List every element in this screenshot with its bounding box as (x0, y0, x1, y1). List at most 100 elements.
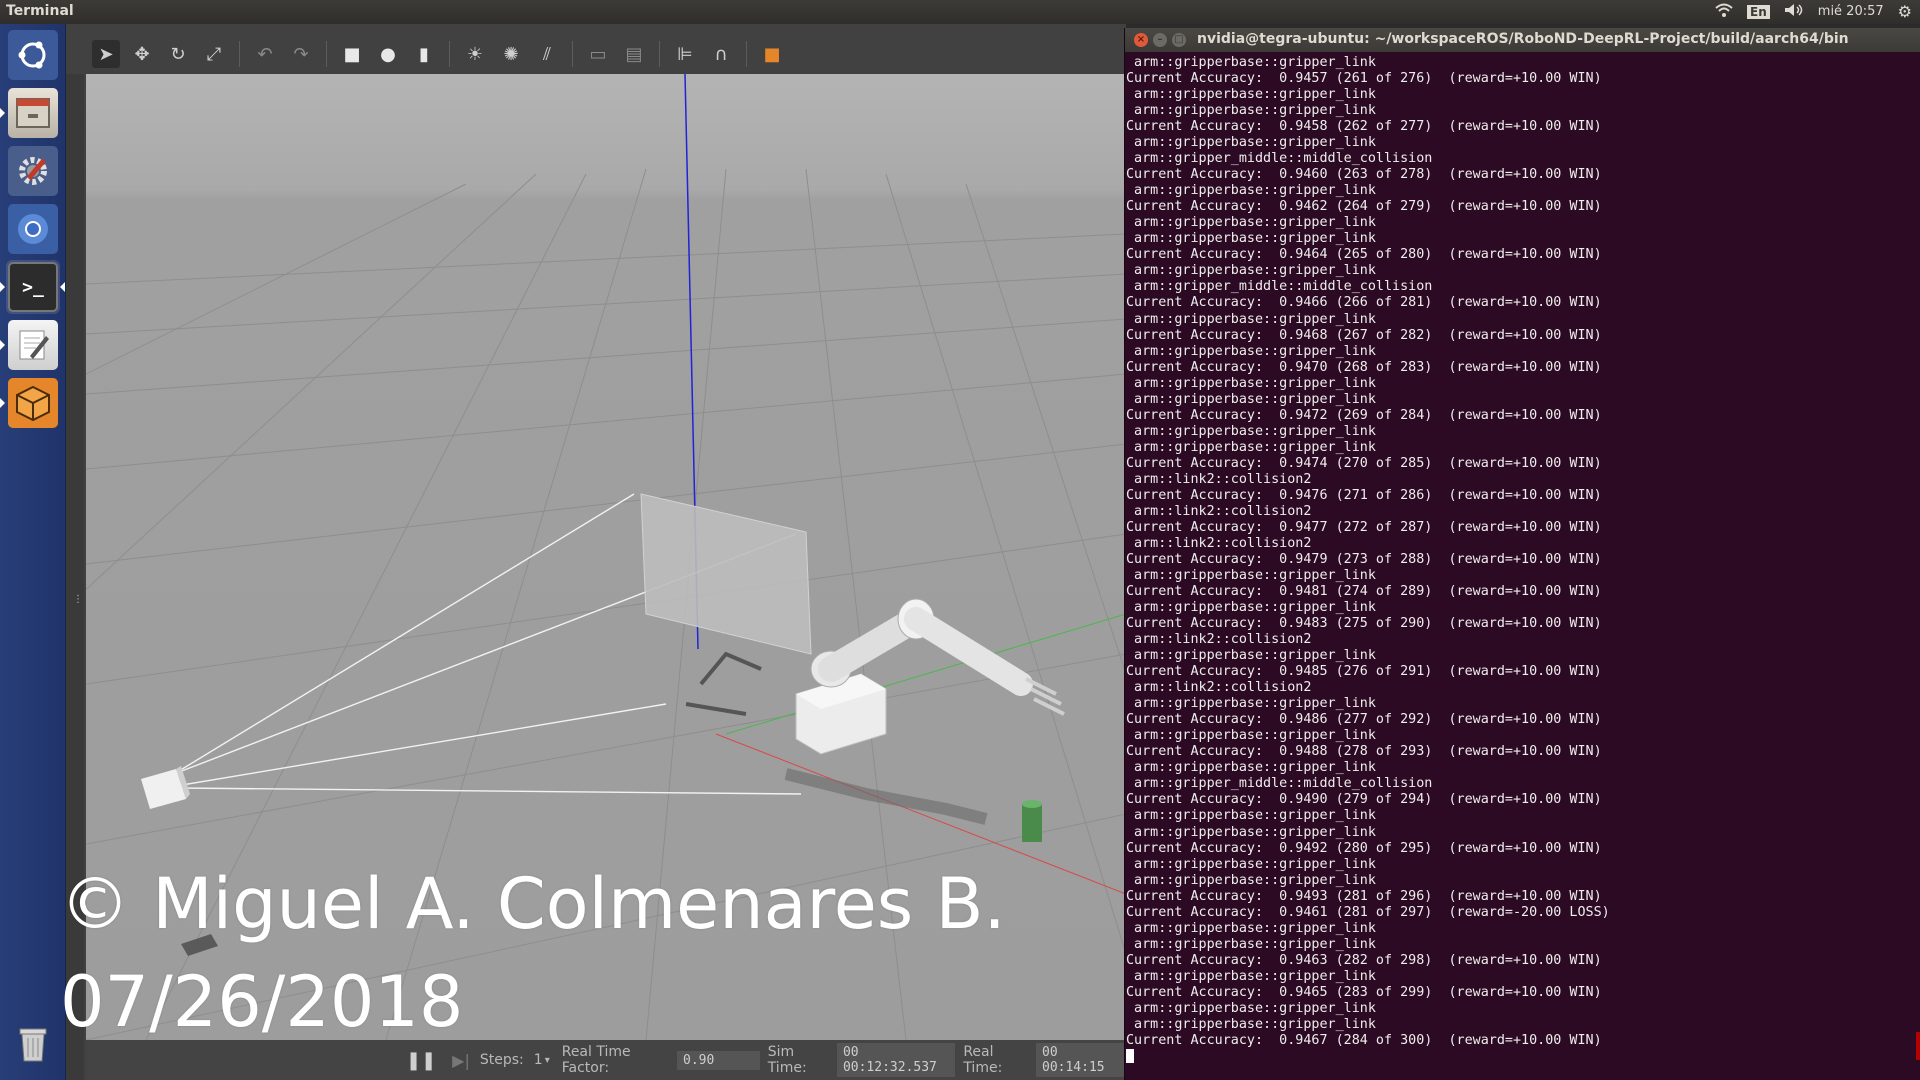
arm-shadow-preview (685, 651, 762, 716)
select-mode-button[interactable]: ➤ (92, 40, 120, 68)
terminal-window[interactable]: × – □ nvidia@tegra-ubuntu: ~/workspaceRO… (1124, 28, 1920, 1080)
paste-icon: ▤ (625, 43, 643, 65)
terminal-line: Current Accuracy: 0.9476 (271 of 286) (r… (1126, 487, 1602, 503)
terminal-line: arm::gripperbase::gripper_link (1126, 231, 1376, 247)
terminal-line: Current Accuracy: 0.9477 (272 of 287) (r… (1126, 519, 1602, 535)
terminal-line: Current Accuracy: 0.9466 (266 of 281) (r… (1126, 295, 1602, 311)
terminal-line: Current Accuracy: 0.9464 (265 of 280) (r… (1126, 247, 1602, 263)
terminal-line: arm::gripperbase::gripper_link (1126, 936, 1376, 952)
trash-icon (8, 1018, 58, 1068)
terminal-output[interactable]: arm::gripperbase::gripper_link Current Ac… (1126, 55, 1916, 1080)
terminal-line: Current Accuracy: 0.9472 (269 of 284) (r… (1126, 407, 1602, 423)
terminal-line: Current Accuracy: 0.9462 (264 of 279) (r… (1126, 199, 1602, 215)
watermark-date: 07/26/2018 (60, 961, 464, 1043)
directional-light-icon: ⫽ (542, 43, 552, 65)
launcher-terminal[interactable]: >_ (6, 260, 60, 314)
pause-icon[interactable]: ❚❚ (406, 1050, 436, 1071)
terminal-line: Current Accuracy: 0.9474 (270 of 285) (r… (1126, 455, 1602, 471)
terminal-line: arm::gripperbase::gripper_link (1126, 343, 1376, 359)
copy-button[interactable]: ▭ (584, 40, 612, 68)
launcher-dash-home[interactable] (6, 28, 60, 82)
terminal-line: Current Accuracy: 0.9479 (273 of 288) (r… (1126, 551, 1602, 567)
maximize-icon[interactable]: □ (1172, 33, 1186, 47)
copyright-watermark: © Miguel A. Colmenares B. 07/26/2018 (60, 855, 1006, 1051)
terminal-line: Current Accuracy: 0.9470 (268 of 283) (r… (1126, 359, 1602, 375)
minimize-icon[interactable]: – (1153, 33, 1167, 47)
box-shape-button[interactable]: ■ (338, 40, 366, 68)
sphere-shape-button[interactable]: ● (374, 40, 402, 68)
terminal-line: arm::gripperbase::gripper_link (1126, 263, 1376, 279)
terminal-line: Current Accuracy: 0.9460 (263 of 278) (r… (1126, 167, 1602, 183)
terminal-title: nvidia@tegra-ubuntu: ~/workspaceROS/Robo… (1197, 31, 1849, 47)
launcher-system-settings[interactable] (6, 144, 60, 198)
snap-button[interactable]: ∩ (707, 40, 735, 68)
align-button[interactable]: ⊫ (671, 40, 699, 68)
gear-icon[interactable]: ⚙ (1898, 2, 1912, 21)
view-angle-button[interactable]: ■ (758, 40, 786, 68)
launcher-trash[interactable] (6, 1016, 60, 1070)
spot-light-button[interactable]: ✺ (497, 40, 525, 68)
terminal-line: arm::gripperbase::gripper_link (1126, 311, 1376, 327)
terminal-line: arm::gripperbase::gripper_link (1126, 103, 1376, 119)
translate-mode-button[interactable]: ✥ (128, 40, 156, 68)
terminal-line: Current Accuracy: 0.9485 (276 of 291) (r… (1126, 664, 1602, 680)
launcher-gazebo[interactable] (6, 376, 60, 430)
terminal-line: arm::link2::collision2 (1126, 632, 1312, 648)
redo-icon: ↷ (293, 43, 309, 65)
terminal-line: arm::gripperbase::gripper_link (1126, 760, 1376, 776)
chevron-down-icon[interactable]: ▾ (545, 1055, 550, 1066)
arrow-cursor-icon: ➤ (98, 43, 114, 65)
terminal-line: arm::gripperbase::gripper_link (1126, 824, 1376, 840)
step-icon[interactable]: ▶| (452, 1051, 470, 1070)
terminal-line: arm::gripperbase::gripper_link (1126, 439, 1376, 455)
move-arrows-icon: ✥ (134, 43, 150, 65)
image-plane (640, 493, 812, 655)
launcher-running-indicator (0, 398, 5, 408)
top-panel: Terminal En mié 20:57 ⚙ (0, 0, 1920, 24)
toolbar-separator (746, 41, 747, 67)
redo-button[interactable]: ↷ (287, 40, 315, 68)
view-cube-icon: ■ (763, 43, 781, 65)
scale-mode-button[interactable]: ⤢ (200, 40, 228, 68)
terminal-line: arm::gripperbase::gripper_link (1126, 728, 1376, 744)
panel-handle-icon[interactable]: ⋮ (73, 594, 83, 605)
terminal-cursor (1126, 1048, 1134, 1063)
terminal-line: Current Accuracy: 0.9493 (281 of 296) (r… (1126, 888, 1602, 904)
terminal-line: Current Accuracy: 0.9490 (279 of 294) (r… (1126, 792, 1602, 808)
terminal-line: arm::gripperbase::gripper_link (1126, 600, 1376, 616)
undo-button[interactable]: ↶ (251, 40, 279, 68)
launcher-files[interactable] (6, 86, 60, 140)
terminal-line: arm::gripperbase::gripper_link (1126, 135, 1376, 151)
terminal-line: arm::gripper_middle::middle_collision (1126, 776, 1433, 792)
clock[interactable]: mié 20:57 (1818, 4, 1884, 19)
launcher-focused-indicator (60, 282, 65, 292)
terminal-line: arm::gripperbase::gripper_link (1126, 808, 1376, 824)
directional-light-button[interactable]: ⫽ (533, 40, 561, 68)
terminal-line: arm::gripperbase::gripper_link (1126, 1016, 1376, 1032)
terminal-line: arm::gripperbase::gripper_link (1126, 968, 1376, 984)
rotate-mode-button[interactable]: ↻ (164, 40, 192, 68)
spot-light-icon: ✺ (503, 43, 519, 65)
volume-icon[interactable] (1784, 3, 1804, 21)
terminal-line: Current Accuracy: 0.9461 (281 of 297) (r… (1126, 904, 1610, 920)
point-light-button[interactable]: ☀ (461, 40, 489, 68)
wifi-icon[interactable] (1715, 3, 1733, 21)
paste-button[interactable]: ▤ (620, 40, 648, 68)
cylinder-shape-button[interactable]: ▮ (410, 40, 438, 68)
close-icon[interactable]: × (1134, 33, 1148, 47)
terminal-titlebar[interactable]: × – □ nvidia@tegra-ubuntu: ~/workspaceRO… (1125, 28, 1920, 52)
toolbar-separator (659, 41, 660, 67)
terminal-line: arm::link2::collision2 (1126, 503, 1312, 519)
terminal-line: arm::link2::collision2 (1126, 535, 1312, 551)
terminal-line: arm::gripperbase::gripper_link (1126, 568, 1376, 583)
ubuntu-logo-icon (8, 30, 58, 80)
terminal-line: Current Accuracy: 0.9488 (278 of 293) (r… (1126, 744, 1602, 760)
launcher-chromium[interactable] (6, 202, 60, 256)
terminal-line: arm::gripperbase::gripper_link (1126, 183, 1376, 199)
terminal-line: arm::gripperbase::gripper_link (1126, 696, 1376, 712)
keyboard-layout-indicator[interactable]: En (1747, 4, 1770, 19)
gear-wrench-icon (8, 146, 58, 196)
launcher: >_ (0, 24, 66, 1080)
launcher-text-editor[interactable] (6, 318, 60, 372)
steps-value[interactable]: 1 (534, 1052, 543, 1068)
